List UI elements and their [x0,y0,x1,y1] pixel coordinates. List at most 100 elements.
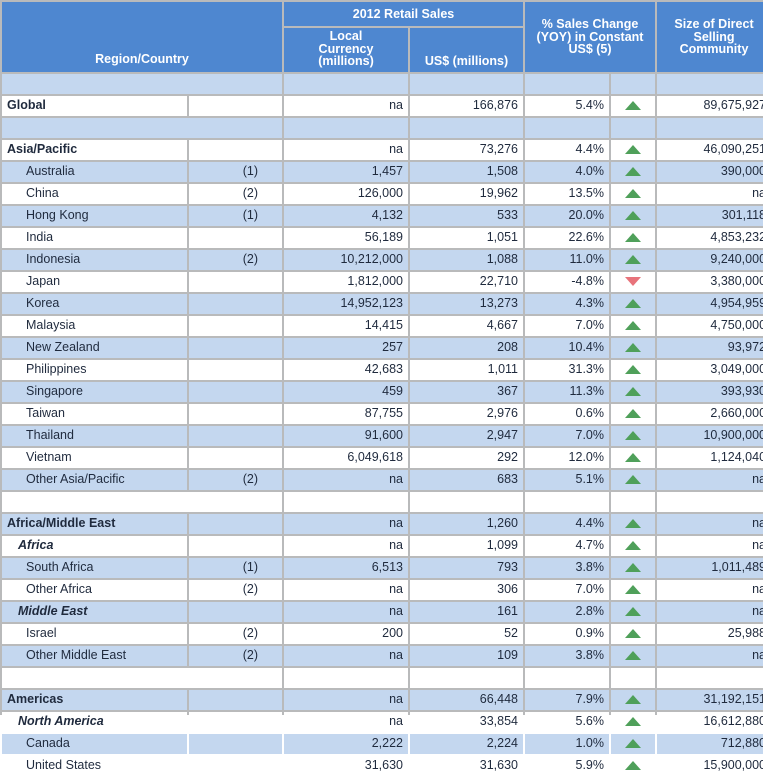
table-row[interactable]: Canada 2,222 2,224 1.0% 712,880 [2,733,763,754]
cell-local-currency[interactable]: 459 [284,381,408,402]
cell-pct-change[interactable]: 13.5% [525,183,609,204]
table-row[interactable]: Japan 1,812,000 22,710 -4.8% 3,380,000 [2,271,763,292]
cell-local-currency[interactable]: 10,212,000 [284,249,408,270]
cell-local-currency[interactable]: 200 [284,623,408,644]
cell-local-currency[interactable]: na [284,579,408,600]
cell-local-currency[interactable]: 31,630 [284,755,408,776]
cell-pct-change[interactable]: 7.9% [525,689,609,710]
row-label[interactable]: Asia/Pacific [2,139,187,160]
row-footnote[interactable] [189,359,282,380]
cell-usd-millions[interactable]: 1,011 [410,359,523,380]
row-footnote[interactable] [189,227,282,248]
cell-usd-millions[interactable]: 208 [410,337,523,358]
cell-pct-change[interactable]: 1.0% [525,733,609,754]
table-row[interactable]: Korea 14,952,123 13,273 4.3% 4,954,959 [2,293,763,314]
row-footnote[interactable] [189,381,282,402]
cell-pct-change[interactable]: 4.7% [525,535,609,556]
table-row[interactable]: Asia/Pacific na 73,276 4.4% 46,090,251 [2,139,763,160]
cell-usd-millions[interactable]: 1,088 [410,249,523,270]
cell-community-size[interactable]: 3,049,000 [657,359,763,380]
cell-pct-change[interactable]: 12.0% [525,447,609,468]
cell-local-currency[interactable]: 14,952,123 [284,293,408,314]
row-label[interactable]: Malaysia [2,315,187,336]
row-label[interactable]: Africa [2,535,187,556]
cell-community-size[interactable]: na [657,183,763,204]
row-label[interactable]: Philippines [2,359,187,380]
cell-local-currency[interactable]: na [284,535,408,556]
cell-usd-millions[interactable]: 2,224 [410,733,523,754]
table-row[interactable]: South Africa (1) 6,513 793 3.8% 1,011,489 [2,557,763,578]
row-footnote[interactable] [189,601,282,622]
table-row[interactable]: United States 31,630 31,630 5.9% 15,900,000 [2,755,763,776]
row-label[interactable]: Middle East [2,601,187,622]
cell-community-size[interactable]: na [657,513,763,534]
cell-community-size[interactable]: 2,660,000 [657,403,763,424]
table-row[interactable]: Other Asia/Pacific (2) na 683 5.1% na [2,469,763,490]
cell-local-currency[interactable]: 14,415 [284,315,408,336]
cell-community-size[interactable]: 1,124,040 [657,447,763,468]
row-footnote[interactable]: (2) [189,645,282,666]
cell-pct-change[interactable]: 7.0% [525,315,609,336]
cell-pct-change[interactable]: 7.0% [525,425,609,446]
row-footnote[interactable] [189,513,282,534]
cell-community-size[interactable]: na [657,469,763,490]
cell-community-size[interactable]: 390,000 [657,161,763,182]
row-label[interactable]: South Africa [2,557,187,578]
cell-usd-millions[interactable]: 683 [410,469,523,490]
cell-community-size[interactable]: 25,988 [657,623,763,644]
table-row[interactable]: Israel (2) 200 52 0.9% 25,988 [2,623,763,644]
cell-local-currency[interactable]: 2,222 [284,733,408,754]
table-row[interactable]: India 56,189 1,051 22.6% 4,853,232 [2,227,763,248]
cell-usd-millions[interactable]: 1,051 [410,227,523,248]
row-label[interactable]: Hong Kong [2,205,187,226]
cell-local-currency[interactable]: na [284,645,408,666]
row-footnote[interactable] [189,293,282,314]
cell-pct-change[interactable]: 2.8% [525,601,609,622]
row-footnote[interactable]: (1) [189,205,282,226]
cell-local-currency[interactable]: 42,683 [284,359,408,380]
cell-community-size[interactable]: 15,900,000 [657,755,763,776]
row-label[interactable]: Americas [2,689,187,710]
cell-usd-millions[interactable]: 109 [410,645,523,666]
row-footnote[interactable] [189,139,282,160]
row-footnote[interactable] [189,755,282,776]
table-row[interactable]: Malaysia 14,415 4,667 7.0% 4,750,000 [2,315,763,336]
cell-local-currency[interactable]: na [284,139,408,160]
cell-community-size[interactable]: na [657,645,763,666]
table-row[interactable]: Other Middle East (2) na 109 3.8% na [2,645,763,666]
row-label[interactable]: Other Africa [2,579,187,600]
cell-usd-millions[interactable]: 161 [410,601,523,622]
cell-community-size[interactable]: 93,972 [657,337,763,358]
row-label[interactable]: Canada [2,733,187,754]
table-row[interactable]: Philippines 42,683 1,011 31.3% 3,049,000 [2,359,763,380]
cell-pct-change[interactable]: 5.9% [525,755,609,776]
table-row[interactable]: Americas na 66,448 7.9% 31,192,151 [2,689,763,710]
cell-pct-change[interactable]: 0.9% [525,623,609,644]
cell-local-currency[interactable]: na [284,689,408,710]
cell-usd-millions[interactable]: 31,630 [410,755,523,776]
row-footnote[interactable] [189,447,282,468]
cell-local-currency[interactable]: na [284,601,408,622]
cell-usd-millions[interactable]: 4,667 [410,315,523,336]
cell-usd-millions[interactable]: 22,710 [410,271,523,292]
row-footnote[interactable]: (2) [189,579,282,600]
table-row[interactable]: Australia (1) 1,457 1,508 4.0% 390,000 [2,161,763,182]
cell-usd-millions[interactable]: 1,508 [410,161,523,182]
cell-pct-change[interactable]: 5.4% [525,95,609,116]
table-row[interactable]: Indonesia (2) 10,212,000 1,088 11.0% 9,240,00… [2,249,763,270]
row-footnote[interactable] [189,425,282,446]
table-row[interactable]: Singapore 459 367 11.3% 393,930 [2,381,763,402]
row-label[interactable]: Africa/Middle East [2,513,187,534]
row-footnote[interactable]: (1) [189,557,282,578]
row-label[interactable]: Israel [2,623,187,644]
cell-usd-millions[interactable]: 306 [410,579,523,600]
row-footnote[interactable] [189,403,282,424]
cell-community-size[interactable]: 46,090,251 [657,139,763,160]
row-footnote[interactable] [189,733,282,754]
cell-pct-change[interactable]: 5.1% [525,469,609,490]
cell-local-currency[interactable]: na [284,469,408,490]
row-footnote[interactable]: (1) [189,161,282,182]
cell-community-size[interactable]: na [657,579,763,600]
cell-local-currency[interactable]: 1,812,000 [284,271,408,292]
row-footnote[interactable]: (2) [189,469,282,490]
